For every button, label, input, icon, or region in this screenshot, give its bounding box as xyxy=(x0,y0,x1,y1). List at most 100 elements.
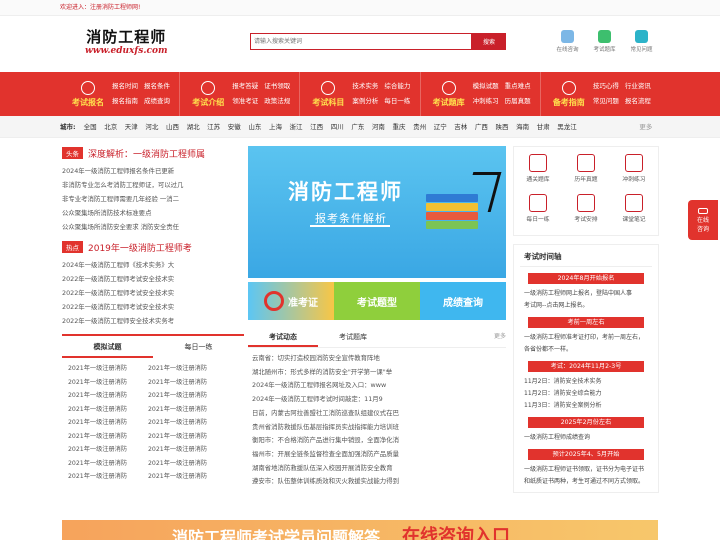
headline-title[interactable]: 深度解析：一级消防工程师属 xyxy=(88,147,205,160)
quick-link-2[interactable]: 常见问题 xyxy=(623,30,660,53)
score-query-module[interactable]: 成绩查询 xyxy=(420,282,506,320)
tab-daily-practice[interactable]: 每日一练 xyxy=(153,336,244,358)
list-item[interactable]: 2022年一级消防工程师安全技术实务考 xyxy=(62,314,244,328)
list-item[interactable]: 2022年一级消防工程师考试安全技术实 xyxy=(62,286,244,300)
nav-link[interactable]: 综合能力 xyxy=(384,82,410,90)
list-item[interactable]: 公众聚集场所消防安全要求 消防安全责任 xyxy=(62,220,244,234)
list-item[interactable]: 福州市：开展全链条监督检查全面加强消防产品质量 xyxy=(252,448,506,462)
feature-0[interactable]: 通关题库 xyxy=(514,151,562,191)
list-item[interactable]: 2021年一级注册消防 xyxy=(62,376,142,390)
feature-5[interactable]: 课堂笔记 xyxy=(610,191,658,231)
city-link[interactable]: 辽宁 xyxy=(434,116,447,138)
nav-link[interactable]: 技巧心得 xyxy=(593,82,619,90)
list-item[interactable]: 非消防专业怎么考消防工程师证，可以过几 xyxy=(62,178,244,192)
quick-link-1[interactable]: 考试题库 xyxy=(586,30,623,53)
city-link[interactable]: 广西 xyxy=(475,116,488,138)
city-link[interactable]: 江西 xyxy=(310,116,323,138)
list-item[interactable]: 2021年一级注册消防 xyxy=(142,403,222,417)
nav-link[interactable]: 证书领取 xyxy=(264,82,290,90)
welcome-link[interactable]: 欢迎进入：注册消防工程师网! xyxy=(60,4,140,11)
quick-link-0[interactable]: 在线咨询 xyxy=(549,30,586,53)
city-link[interactable]: 河北 xyxy=(145,116,158,138)
list-item[interactable]: 日前，内蒙古阿拉善盟社工消防巡查队组建仪式在巴 xyxy=(252,407,506,421)
list-item[interactable]: 2024年一级消防工程师报名网址及入口：www xyxy=(252,379,506,393)
nav-link[interactable]: 成绩查询 xyxy=(144,97,170,105)
list-item[interactable]: 湖南省地消防救援队伍深入校园开展消防安全教育 xyxy=(252,462,506,476)
nav-link[interactable]: 报名流程 xyxy=(625,97,651,105)
nav-link[interactable]: 技术实务 xyxy=(352,82,378,90)
city-link[interactable]: 吉林 xyxy=(454,116,467,138)
list-item[interactable]: 遵安市：队伍整体训练质效和灭火救援实战能力得到 xyxy=(252,475,506,489)
hero-banner[interactable]: 消防工程师 报考条件解析 xyxy=(248,146,506,278)
list-item[interactable]: 2021年一级注册消防 xyxy=(142,470,222,484)
city-more-link[interactable]: 更多 xyxy=(639,116,652,138)
city-link[interactable]: 浙江 xyxy=(290,116,303,138)
tab-mock-exam[interactable]: 模拟试题 xyxy=(62,336,153,358)
list-item[interactable]: 2021年一级注册消防 xyxy=(142,376,222,390)
city-link[interactable]: 陕西 xyxy=(495,116,508,138)
nav-link[interactable]: 行业资讯 xyxy=(625,82,651,90)
list-item[interactable]: 2021年一级注册消防 xyxy=(62,416,142,430)
list-item[interactable]: 云南省：切实打造校园消防安全宣传教育阵地 xyxy=(252,352,506,366)
list-item[interactable]: 2022年一级消防工程师考试安全技术实 xyxy=(62,300,244,314)
city-link[interactable]: 全国 xyxy=(84,116,97,138)
city-link[interactable]: 甘肃 xyxy=(537,116,550,138)
list-item[interactable]: 2021年一级注册消防 xyxy=(142,457,222,471)
nav-link[interactable]: 案例分析 xyxy=(352,97,378,105)
nav-lead-1[interactable]: 考试介绍 xyxy=(186,80,230,108)
exam-type-module[interactable]: 考试题型 xyxy=(334,282,420,320)
search-input[interactable] xyxy=(250,33,472,50)
news-more-link[interactable]: 更多 xyxy=(494,326,506,348)
search-button[interactable]: 搜索 xyxy=(472,33,506,50)
nav-link[interactable]: 模拟试题 xyxy=(473,82,499,90)
city-link[interactable]: 天津 xyxy=(125,116,138,138)
nav-lead-0[interactable]: 考试报名 xyxy=(66,80,110,108)
feature-3[interactable]: 每日一练 xyxy=(514,191,562,231)
list-item[interactable]: 2022年一级消防工程师考试安全技术实 xyxy=(62,272,244,286)
feature-1[interactable]: 历年真题 xyxy=(562,151,610,191)
city-link[interactable]: 江苏 xyxy=(207,116,220,138)
nav-link[interactable]: 报名时间 xyxy=(112,82,138,90)
city-link[interactable]: 广东 xyxy=(351,116,364,138)
list-item[interactable]: 2021年一级注册消防 xyxy=(62,470,142,484)
list-item[interactable]: 2024年一级消防工程师《技术实务》大 xyxy=(62,258,244,272)
nav-link[interactable]: 报考答疑 xyxy=(232,82,258,90)
nav-link[interactable]: 报名条件 xyxy=(144,82,170,90)
bottom-promo-banner[interactable]: 消防工程师考试学员问题解答 在线咨询入口 xyxy=(62,520,658,540)
nav-link[interactable]: 历届真题 xyxy=(505,97,531,105)
tab-exam-news[interactable]: 考试动态 xyxy=(248,326,318,347)
city-link[interactable]: 上海 xyxy=(269,116,282,138)
city-link[interactable]: 河南 xyxy=(372,116,385,138)
list-item[interactable]: 公众聚集场所消防技术标准要点 xyxy=(62,206,244,220)
city-link[interactable]: 海南 xyxy=(516,116,529,138)
list-item[interactable]: 2021年一级注册消防 xyxy=(62,362,142,376)
city-link[interactable]: 山东 xyxy=(248,116,261,138)
feature-4[interactable]: 考试安排 xyxy=(562,191,610,231)
city-link[interactable]: 重庆 xyxy=(393,116,406,138)
city-link[interactable]: 湖北 xyxy=(187,116,200,138)
nav-lead-2[interactable]: 考试科目 xyxy=(306,80,350,108)
site-logo[interactable]: 消防工程师 www.eduxfs.com xyxy=(85,28,167,57)
list-item[interactable]: 2021年一级注册消防 xyxy=(62,403,142,417)
nav-lead-4[interactable]: 备考指南 xyxy=(547,80,591,108)
nav-link[interactable]: 每日一练 xyxy=(384,97,410,105)
list-item[interactable]: 2021年一级注册消防 xyxy=(142,362,222,376)
nav-link[interactable]: 报名指南 xyxy=(112,97,138,105)
list-item[interactable]: 2021年一级注册消防 xyxy=(142,389,222,403)
list-item[interactable]: 2024年一级消防工程师考试时间敲定：11月9 xyxy=(252,393,506,407)
city-link[interactable]: 山西 xyxy=(166,116,179,138)
tab-exam-bank[interactable]: 考试题库 xyxy=(318,326,388,347)
list-item[interactable]: 2021年一级注册消防 xyxy=(62,389,142,403)
list-item[interactable]: 2024年一级消防工程师报名条件已更新 xyxy=(62,164,244,178)
nav-link[interactable]: 常见问题 xyxy=(593,97,619,105)
city-link[interactable]: 安徽 xyxy=(228,116,241,138)
city-link[interactable]: 贵州 xyxy=(413,116,426,138)
list-item[interactable]: 湖北随州市：形式多样的消防安全"开学第一课"举 xyxy=(252,366,506,380)
list-item[interactable]: 贵州省消防救援队伍基层指挥员实战指挥能力培训班 xyxy=(252,421,506,435)
list-item[interactable]: 2021年一级注册消防 xyxy=(142,443,222,457)
list-item[interactable]: 2021年一级注册消防 xyxy=(142,416,222,430)
nav-link[interactable]: 领准考证 xyxy=(232,97,258,105)
list-item[interactable]: 2021年一级注册消防 xyxy=(62,457,142,471)
nav-lead-3[interactable]: 考试题库 xyxy=(427,80,471,108)
nav-link[interactable]: 政策法规 xyxy=(264,97,290,105)
